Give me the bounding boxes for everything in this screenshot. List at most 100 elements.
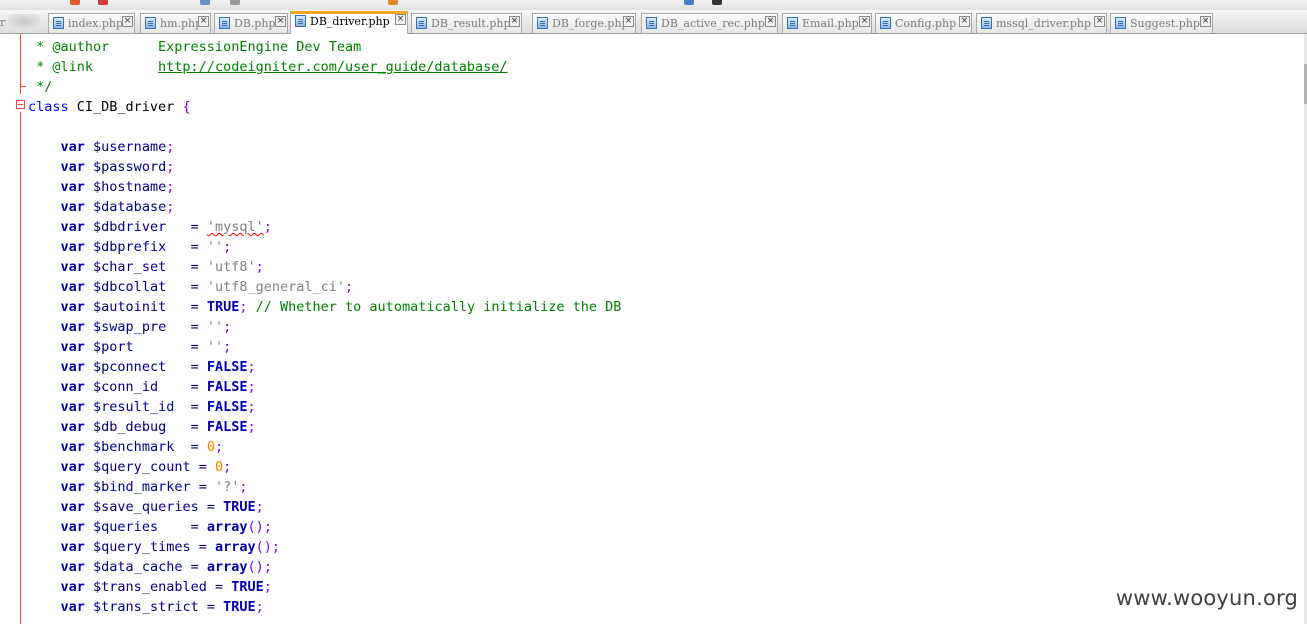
file-icon bbox=[981, 17, 992, 29]
toolbar-icon[interactable] bbox=[388, 0, 398, 5]
tab[interactable]: Suggest.php × bbox=[1110, 13, 1213, 33]
semicolon: ; bbox=[223, 239, 232, 255]
file-icon bbox=[787, 17, 798, 29]
code-line: var $result_id = FALSE; bbox=[28, 397, 621, 417]
file-icon bbox=[646, 17, 657, 29]
code-line: var $trans_enabled = TRUE; bbox=[28, 577, 621, 597]
tab-label: DB_result.php bbox=[431, 17, 511, 30]
var-keyword: var bbox=[60, 239, 85, 255]
toolbar-icon[interactable] bbox=[230, 0, 240, 5]
close-icon[interactable]: × bbox=[122, 16, 133, 27]
padding bbox=[199, 499, 207, 515]
assign-operator: = bbox=[190, 559, 207, 575]
semicolon: ; bbox=[271, 539, 281, 555]
tab[interactable]: DB_active_rec.php × bbox=[641, 13, 778, 33]
close-icon[interactable]: × bbox=[395, 14, 406, 25]
padding bbox=[134, 339, 191, 355]
semicolon: ; bbox=[223, 319, 232, 335]
variable-name: $data_cache bbox=[93, 559, 183, 575]
fold-toggle-icon[interactable] bbox=[16, 100, 25, 109]
code-line: var $autoinit = TRUE; // Whether to auto… bbox=[28, 297, 622, 317]
code-area[interactable]: * @author ExpressionEngine Dev Team * @l… bbox=[28, 37, 621, 617]
file-icon bbox=[880, 17, 891, 29]
close-icon[interactable]: × bbox=[509, 16, 520, 27]
fold-margin bbox=[0, 34, 28, 624]
close-icon[interactable]: × bbox=[859, 16, 870, 27]
close-icon[interactable]: × bbox=[198, 16, 209, 27]
assign-operator: = bbox=[198, 539, 215, 555]
assign-operator: = bbox=[190, 419, 207, 435]
string-value: '' bbox=[206, 239, 224, 255]
tab-label: Suggest.php bbox=[1130, 17, 1200, 30]
code-line: var $query_count = 0; bbox=[28, 457, 621, 477]
variable-name: $db_debug bbox=[93, 419, 167, 435]
code-line: var $data_cache = array(); bbox=[28, 557, 621, 577]
toolbar-icon[interactable] bbox=[98, 0, 108, 5]
assign-operator: = bbox=[190, 519, 207, 535]
fold-end-marker bbox=[20, 86, 26, 87]
variable-name: $dbprefix bbox=[93, 239, 167, 255]
tab-label: DB_active_rec.php bbox=[661, 17, 765, 30]
file-icon bbox=[219, 17, 230, 29]
close-icon[interactable]: × bbox=[1094, 16, 1105, 27]
tab[interactable]: DB_result.php × bbox=[411, 13, 522, 33]
watermark: www.wooyun.org bbox=[1115, 586, 1298, 610]
tab[interactable]: DB_forge.php × bbox=[532, 13, 636, 33]
code-line: * @link http://codeigniter.com/user_guid… bbox=[28, 57, 621, 77]
variable-name: $query_count bbox=[93, 459, 191, 475]
close-icon[interactable]: × bbox=[275, 16, 286, 27]
variable-name: $hostname bbox=[93, 179, 167, 195]
padding bbox=[199, 599, 207, 615]
toolbar-icon[interactable] bbox=[684, 0, 694, 5]
tab[interactable]: DB.php × bbox=[214, 13, 288, 33]
assign-operator: = bbox=[190, 299, 207, 315]
code-line: var $queries = array(); bbox=[28, 517, 621, 537]
comment-link[interactable]: http://codeigniter.com/user_guide/databa… bbox=[158, 59, 508, 75]
constant-value: TRUE bbox=[223, 599, 256, 615]
code-line: var $username; bbox=[28, 137, 621, 157]
assign-operator: = bbox=[190, 359, 207, 375]
file-icon bbox=[416, 17, 427, 29]
semicolon: ; bbox=[239, 299, 248, 315]
semicolon: ; bbox=[166, 139, 175, 155]
tab[interactable]: index.php × bbox=[48, 13, 135, 33]
variable-name: $pconnect bbox=[93, 359, 167, 375]
padding bbox=[174, 439, 190, 455]
tab[interactable]: Config.php × bbox=[875, 13, 972, 33]
close-icon[interactable]: × bbox=[623, 16, 634, 27]
var-keyword: var bbox=[60, 359, 85, 375]
variable-name: $trans_enabled bbox=[93, 579, 207, 595]
code-line: var $pconnect = FALSE; bbox=[28, 357, 621, 377]
tab[interactable]: Email.php × bbox=[782, 13, 872, 33]
semicolon: ; bbox=[255, 599, 264, 615]
close-icon[interactable]: × bbox=[959, 16, 970, 27]
inline-comment: // Whether to automatically initialize t… bbox=[247, 299, 622, 315]
tab[interactable]: hm.php × bbox=[140, 13, 211, 33]
assign-operator: = bbox=[190, 319, 207, 335]
tab-active[interactable]: DB_driver.php × bbox=[290, 11, 408, 34]
var-keyword: var bbox=[60, 379, 85, 395]
tab[interactable]: mssql_driver.php × bbox=[976, 13, 1107, 33]
semicolon: ; bbox=[263, 579, 272, 595]
toolbar-icon[interactable] bbox=[200, 0, 210, 5]
toolbar-icon[interactable] bbox=[70, 0, 80, 5]
padding bbox=[166, 259, 190, 275]
variable-name: $query_times bbox=[93, 539, 191, 555]
padding bbox=[207, 579, 215, 595]
code-editor[interactable]: * @author ExpressionEngine Dev Team * @l… bbox=[0, 34, 1307, 624]
padding bbox=[174, 399, 190, 415]
var-keyword: var bbox=[60, 339, 85, 355]
close-icon[interactable]: × bbox=[1200, 16, 1211, 27]
toolbar-icon[interactable] bbox=[712, 0, 722, 5]
close-icon[interactable]: × bbox=[765, 16, 776, 27]
var-keyword: var bbox=[60, 479, 85, 495]
